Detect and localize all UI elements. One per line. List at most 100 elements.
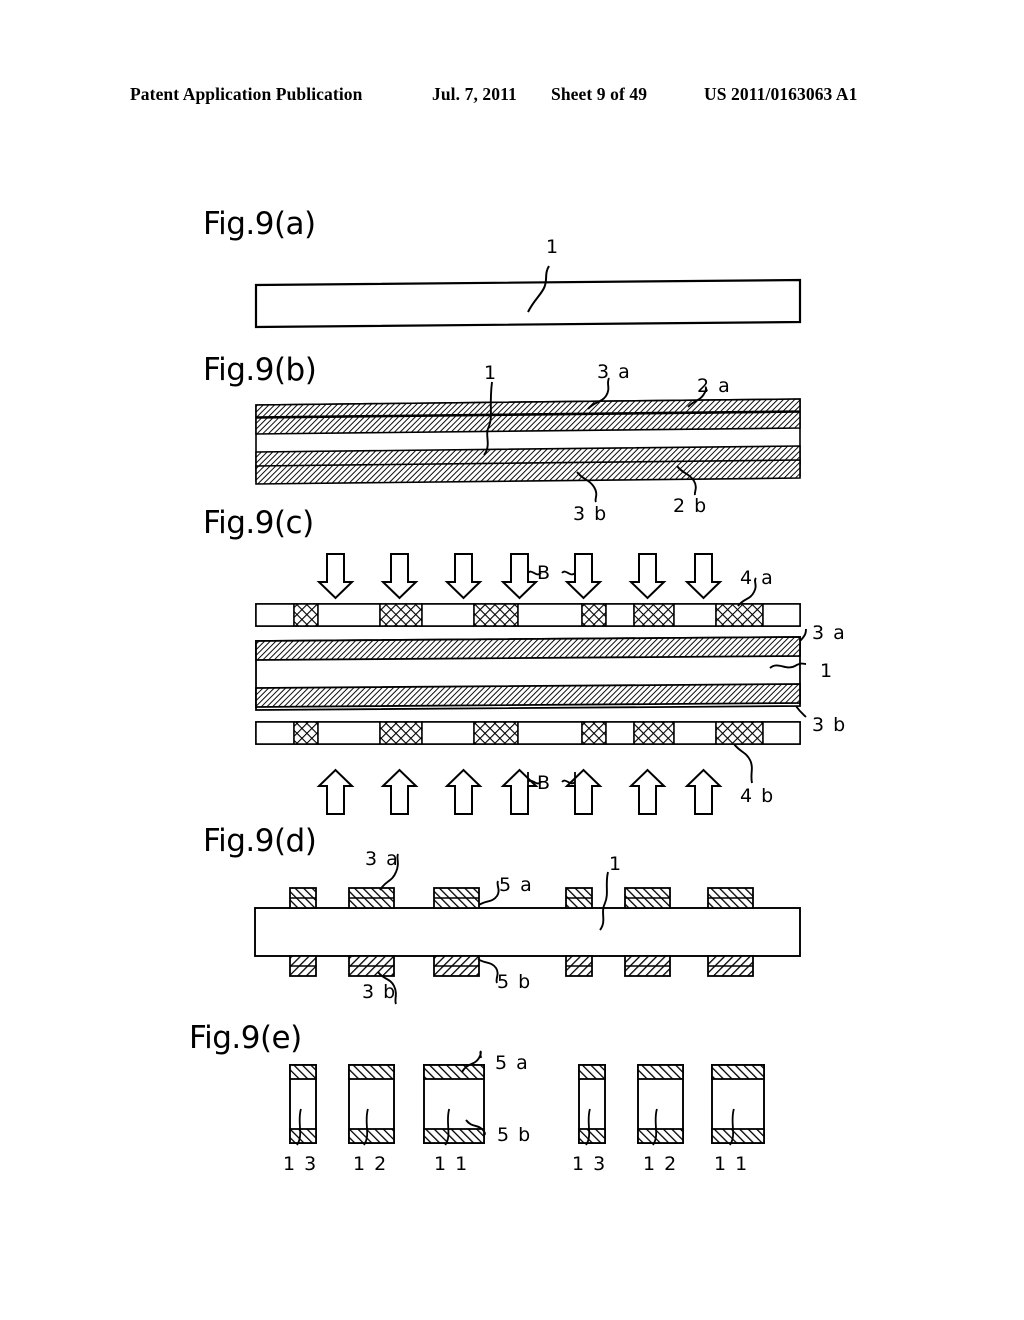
- figure-label-d: Fig.9(d): [203, 823, 317, 859]
- chip-electrode-5a: [578, 1064, 606, 1080]
- pad-bottom: [433, 955, 480, 977]
- leader-line-e-5a: [461, 1050, 482, 1073]
- figure-label-c: Fig.9(c): [203, 505, 314, 541]
- leader-line-c-4b: [733, 743, 753, 784]
- chip-electrode-5a: [423, 1064, 485, 1080]
- reference-numeral: 3 a: [597, 361, 632, 383]
- reference-numeral: B: [537, 772, 552, 794]
- mask-open-segment: [673, 721, 717, 745]
- chip-body: [637, 1064, 684, 1144]
- leader-line-c-3a: [799, 628, 807, 642]
- mask-open-segment: [421, 603, 475, 627]
- mask-opaque-segment: [293, 603, 319, 627]
- reference-numeral: 2 b: [673, 495, 708, 517]
- figure-label-b: Fig.9(b): [203, 352, 317, 388]
- layer-3a: [255, 411, 801, 435]
- pad-bottom: [348, 955, 395, 977]
- chip-11: [423, 1064, 485, 1146]
- header-patent-number: US 2011/0163063 A1: [704, 84, 858, 104]
- chip-electrode-5b: [637, 1128, 684, 1144]
- leader-line-e-5b: [465, 1119, 486, 1136]
- chip-13: [578, 1064, 606, 1146]
- pad-top: [624, 887, 671, 909]
- figure-c-drawing: [255, 553, 807, 815]
- leader-line-b-1: [483, 381, 493, 456]
- reference-numeral: 1 1: [714, 1153, 749, 1175]
- figure-label-a: Fig.9(a): [203, 206, 316, 242]
- reference-numeral: B: [537, 562, 552, 584]
- mask-opaque-segment: [473, 721, 519, 745]
- substrate-stack-c: [255, 636, 801, 711]
- leader-line-chip: [652, 1108, 658, 1146]
- reference-numeral: 1 1: [434, 1153, 469, 1175]
- chip-electrode-5a: [637, 1064, 684, 1080]
- substrate-body-d: [254, 907, 801, 957]
- reference-numeral: 4 a: [740, 567, 775, 589]
- mask-opaque-segment: [379, 721, 423, 745]
- chip-13: [289, 1064, 317, 1146]
- header-publication: Patent Application Publication: [130, 84, 363, 104]
- leader-line-b-2b: [676, 465, 697, 496]
- chip-11: [711, 1064, 765, 1146]
- reference-numeral: 1: [609, 853, 623, 875]
- pad-bottom: [565, 955, 593, 977]
- substrate-slab-a: [254, 278, 802, 329]
- leader-line-chip: [585, 1108, 591, 1146]
- pad-bottom: [624, 955, 671, 977]
- reference-numeral: 5 a: [495, 1052, 530, 1074]
- mask-open-segment: [762, 603, 801, 627]
- chip-body: [289, 1064, 317, 1144]
- pad-top: [348, 887, 395, 909]
- figure-a-drawing: [254, 265, 802, 329]
- chip-body: [423, 1064, 485, 1144]
- chip-electrode-5a: [348, 1064, 395, 1080]
- pad-top: [565, 887, 593, 909]
- figure-label-e: Fig.9(e): [189, 1020, 302, 1056]
- reference-numeral: 4 b: [740, 785, 775, 807]
- pad-top: [289, 887, 317, 909]
- reference-numeral: 5 b: [497, 1124, 532, 1146]
- mask-opaque-segment: [715, 603, 764, 627]
- chip-electrode-5b: [711, 1128, 765, 1144]
- mask-open-segment: [421, 721, 475, 745]
- mask-open-segment: [255, 603, 295, 627]
- mask-open-segment: [673, 603, 717, 627]
- chip-electrode-5a: [711, 1064, 765, 1080]
- reference-numeral: 2 a: [697, 375, 732, 397]
- leader-line-chip: [729, 1108, 735, 1146]
- layer-3b: [255, 445, 801, 471]
- layer-3a-c: [255, 636, 801, 661]
- mask-opaque-segment: [581, 721, 607, 745]
- chip-electrode-5b: [348, 1128, 395, 1144]
- pad-bottom: [707, 955, 754, 977]
- chip-body: [711, 1064, 765, 1144]
- mask-opaque-segment: [633, 721, 675, 745]
- mask-opaque-segment: [473, 603, 519, 627]
- reference-numeral: 3 a: [812, 622, 847, 644]
- substrate-body-b: [255, 398, 801, 482]
- pad-top: [433, 887, 480, 909]
- chip-body: [348, 1064, 395, 1144]
- leader-line-c-3b: [795, 705, 807, 718]
- reference-numeral: 3 a: [365, 848, 400, 870]
- chip-12: [637, 1064, 684, 1146]
- reference-numeral: 1 2: [643, 1153, 678, 1175]
- mask-4a: [255, 603, 801, 627]
- chip-electrode-5a: [289, 1064, 317, 1080]
- mask-open-segment: [605, 721, 635, 745]
- reference-numeral: 5 b: [497, 971, 532, 993]
- chip-electrode-5b: [423, 1128, 485, 1144]
- mask-open-segment: [517, 721, 583, 745]
- pad-bottom: [289, 955, 317, 977]
- reference-numeral: 1: [546, 236, 560, 258]
- exposure-arrows-bottom: [316, 768, 723, 815]
- layer-2b: [255, 459, 801, 485]
- reference-numeral: 1: [484, 362, 498, 384]
- chip-electrode-5b: [289, 1128, 317, 1144]
- chip-12: [348, 1064, 395, 1146]
- chip-body: [578, 1064, 606, 1144]
- leader-line-d-1: [599, 871, 609, 931]
- leader-line-a-1: [527, 265, 550, 313]
- reference-numeral: 1 3: [283, 1153, 318, 1175]
- leader-line-d-5a: [478, 880, 500, 906]
